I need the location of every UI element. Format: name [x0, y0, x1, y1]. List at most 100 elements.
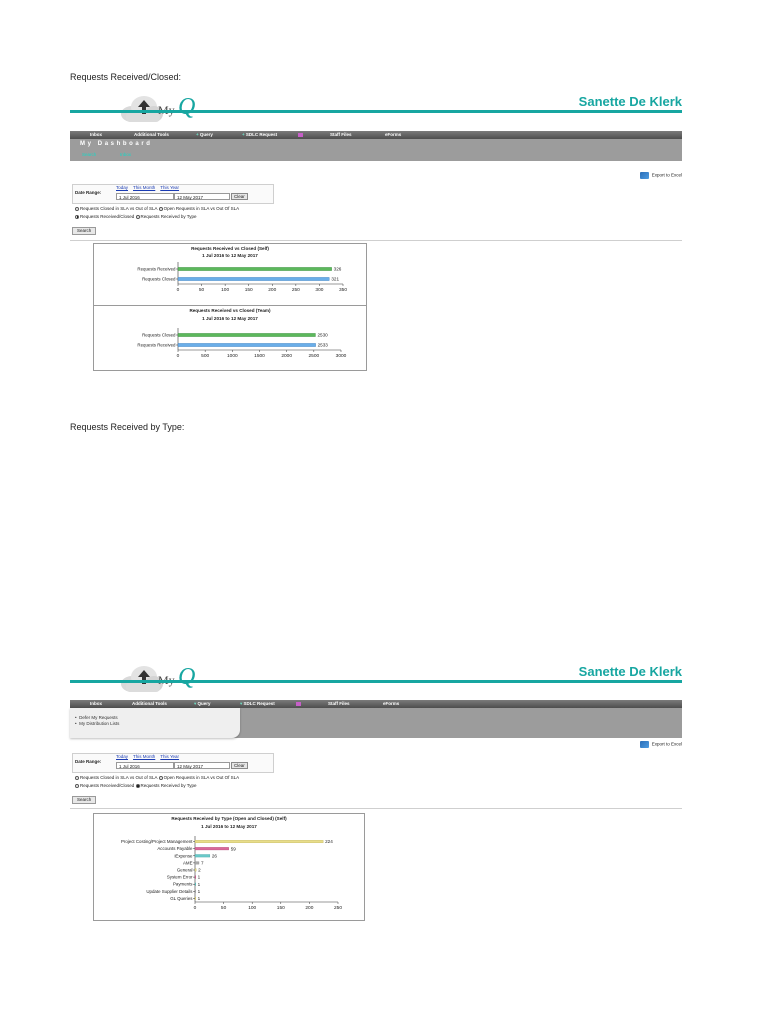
category-label: Requests Received — [137, 343, 176, 348]
category-label: Update Supplier Details — [146, 889, 193, 894]
radio-icon — [135, 214, 140, 219]
menu-item-distribution-lists[interactable]: • My Distribution Lists — [75, 721, 240, 727]
nav-eforms[interactable]: eForms — [385, 131, 401, 139]
clear-button[interactable]: Clear — [231, 193, 248, 200]
x-tick-label: 500 — [201, 353, 209, 359]
to-date-input[interactable]: 12 May 2017 — [174, 762, 230, 769]
data-label: 326 — [334, 267, 342, 272]
chart-received-by-type: Requests Received by Type (Open and Clos… — [121, 816, 342, 911]
category-label: AME — [183, 860, 193, 865]
chart-title: Requests Received vs Closed (Self) — [191, 246, 269, 251]
x-tick-label: 100 — [248, 905, 256, 911]
link-this-year[interactable]: This Year — [160, 185, 179, 190]
nav-eforms[interactable]: eForms — [383, 700, 399, 708]
search-button[interactable]: Search — [72, 796, 97, 804]
x-tick-label: 50 — [199, 287, 205, 293]
to-date-input[interactable]: 12 May 2017 — [174, 193, 230, 200]
radio-open-in-sla[interactable]: Open Requests in SLA vs Out Of SLA — [158, 206, 239, 211]
category-label: System Error — [167, 875, 193, 880]
nav-query[interactable]: + Query — [196, 131, 213, 139]
radio-received-closed[interactable]: Requests Received/Closed — [75, 783, 134, 788]
query-dropdown-menu: • Defer My Requests • My Distribution Li… — [70, 708, 240, 738]
chart-bar — [177, 267, 332, 271]
nav-additional-tools[interactable]: Additional Tools — [134, 131, 169, 139]
radio-open-in-sla[interactable]: Open Requests in SLA vs Out Of SLA — [158, 775, 239, 780]
data-label: 2530 — [317, 333, 328, 338]
category-label: GL Queries — [170, 896, 193, 901]
radio-received-closed[interactable]: Requests Received/Closed — [75, 214, 134, 219]
dashboard-title: My Dashboard — [80, 141, 153, 147]
radio-icon — [158, 775, 163, 780]
radio-icon — [158, 206, 163, 211]
chart-bar — [194, 854, 211, 858]
main-navbar: Inbox Additional Tools + Query + SDLC Re… — [70, 131, 682, 139]
x-tick-label: 1000 — [227, 353, 238, 359]
radio-icon — [75, 775, 79, 780]
chart-bar — [194, 840, 324, 844]
export-to-excel[interactable]: Export to Excel — [639, 172, 682, 179]
nav-sdlc-request[interactable]: ▾ SDLC Request — [240, 700, 275, 708]
chart-panel-by-type: Requests Received by Type (Open and Clos… — [93, 813, 365, 921]
radio-closed-in-sla[interactable]: Requests Closed in SLA vs Out of SLA — [75, 206, 157, 211]
brand-line — [70, 680, 682, 683]
x-tick-label: 350 — [339, 287, 347, 293]
link-today[interactable]: Today — [116, 754, 128, 759]
nav-color-marker — [298, 131, 303, 139]
link-this-month[interactable]: This Month — [133, 185, 155, 190]
chart-bar — [194, 889, 196, 893]
quick-date-links: Today This Month This Year — [116, 185, 184, 190]
dashboard-subbar: My Dashboard Search Inbox — [70, 139, 682, 161]
nav-staff-files[interactable]: Staff Files — [328, 700, 350, 708]
chart-subtitle: 1 Jul 2016 to 12 May 2017 — [201, 824, 257, 829]
report-type-options-row-1: Requests Closed in SLA vs Out of SLA Ope… — [75, 775, 239, 780]
link-this-year[interactable]: This Year — [160, 754, 179, 759]
category-label: Requests Closed — [142, 333, 176, 338]
subnav-inbox[interactable]: Inbox — [120, 152, 131, 157]
subnav-search[interactable]: Search — [82, 152, 96, 157]
category-label: Requests Received — [137, 267, 176, 272]
nav-inbox[interactable]: Inbox — [90, 131, 102, 139]
radio-received-by-type[interactable]: Requests Received by Type — [135, 783, 197, 788]
x-tick-label: 200 — [268, 287, 276, 293]
x-tick-label: 150 — [245, 287, 253, 293]
nav-sdlc-request[interactable]: + SDLC Request — [242, 131, 277, 139]
date-range-label: Date Range: — [75, 190, 102, 195]
color-marker-icon — [298, 132, 303, 137]
category-label: Requests Closed — [142, 277, 176, 282]
excel-icon — [639, 172, 649, 179]
category-label: iExpense — [174, 853, 193, 858]
radio-received-by-type[interactable]: Requests Received by Type — [135, 214, 197, 219]
radio-closed-in-sla[interactable]: Requests Closed in SLA vs Out of SLA — [75, 775, 157, 780]
chart-bar — [177, 333, 316, 337]
radio-selected-icon — [135, 783, 140, 788]
myq-screenshot-1: My Q Sanette De Klerk Inbox Additional T… — [70, 90, 682, 371]
color-marker-icon — [296, 701, 301, 706]
content-divider — [70, 808, 682, 809]
myq-screenshot-2: My Q Sanette De Klerk Inbox Additional T… — [70, 660, 682, 922]
nav-additional-tools[interactable]: Additional Tools — [132, 700, 167, 708]
nav-staff-files[interactable]: Staff Files — [330, 131, 352, 139]
from-date-input[interactable]: 1 Jul 2016 — [116, 193, 174, 200]
x-tick-label: 2500 — [308, 353, 319, 359]
x-tick-label: 150 — [277, 905, 285, 911]
clear-button[interactable]: Clear — [231, 762, 248, 769]
link-today[interactable]: Today — [116, 185, 128, 190]
export-to-excel[interactable]: Export to Excel — [639, 741, 682, 748]
report-type-options-row-1: Requests Closed in SLA vs Out of SLA Ope… — [75, 206, 239, 211]
chart-bar — [194, 896, 196, 900]
category-label: Payments — [173, 882, 193, 887]
nav-inbox[interactable]: Inbox — [90, 700, 102, 708]
from-date-input[interactable]: 1 Jul 2016 — [116, 762, 174, 769]
section-heading-received-by-type: Requests Received by Type: — [70, 422, 185, 432]
chart-panel-self: Requests Received vs Closed (Self) 1 Jul … — [93, 243, 367, 307]
content-divider — [70, 240, 682, 241]
nav-query[interactable]: ▾ Query — [194, 700, 211, 708]
x-tick-label: 1500 — [254, 353, 265, 359]
data-label: 1 — [198, 896, 201, 901]
chart-panel-team: Requests Received vs Closed (Team) 1 Jul … — [93, 305, 367, 371]
link-this-month[interactable]: This Month — [133, 754, 155, 759]
search-button[interactable]: Search — [72, 227, 97, 235]
data-label: 2 — [198, 868, 201, 873]
x-tick-label: 3000 — [336, 353, 347, 359]
category-label: Accounts Payable — [157, 846, 193, 851]
